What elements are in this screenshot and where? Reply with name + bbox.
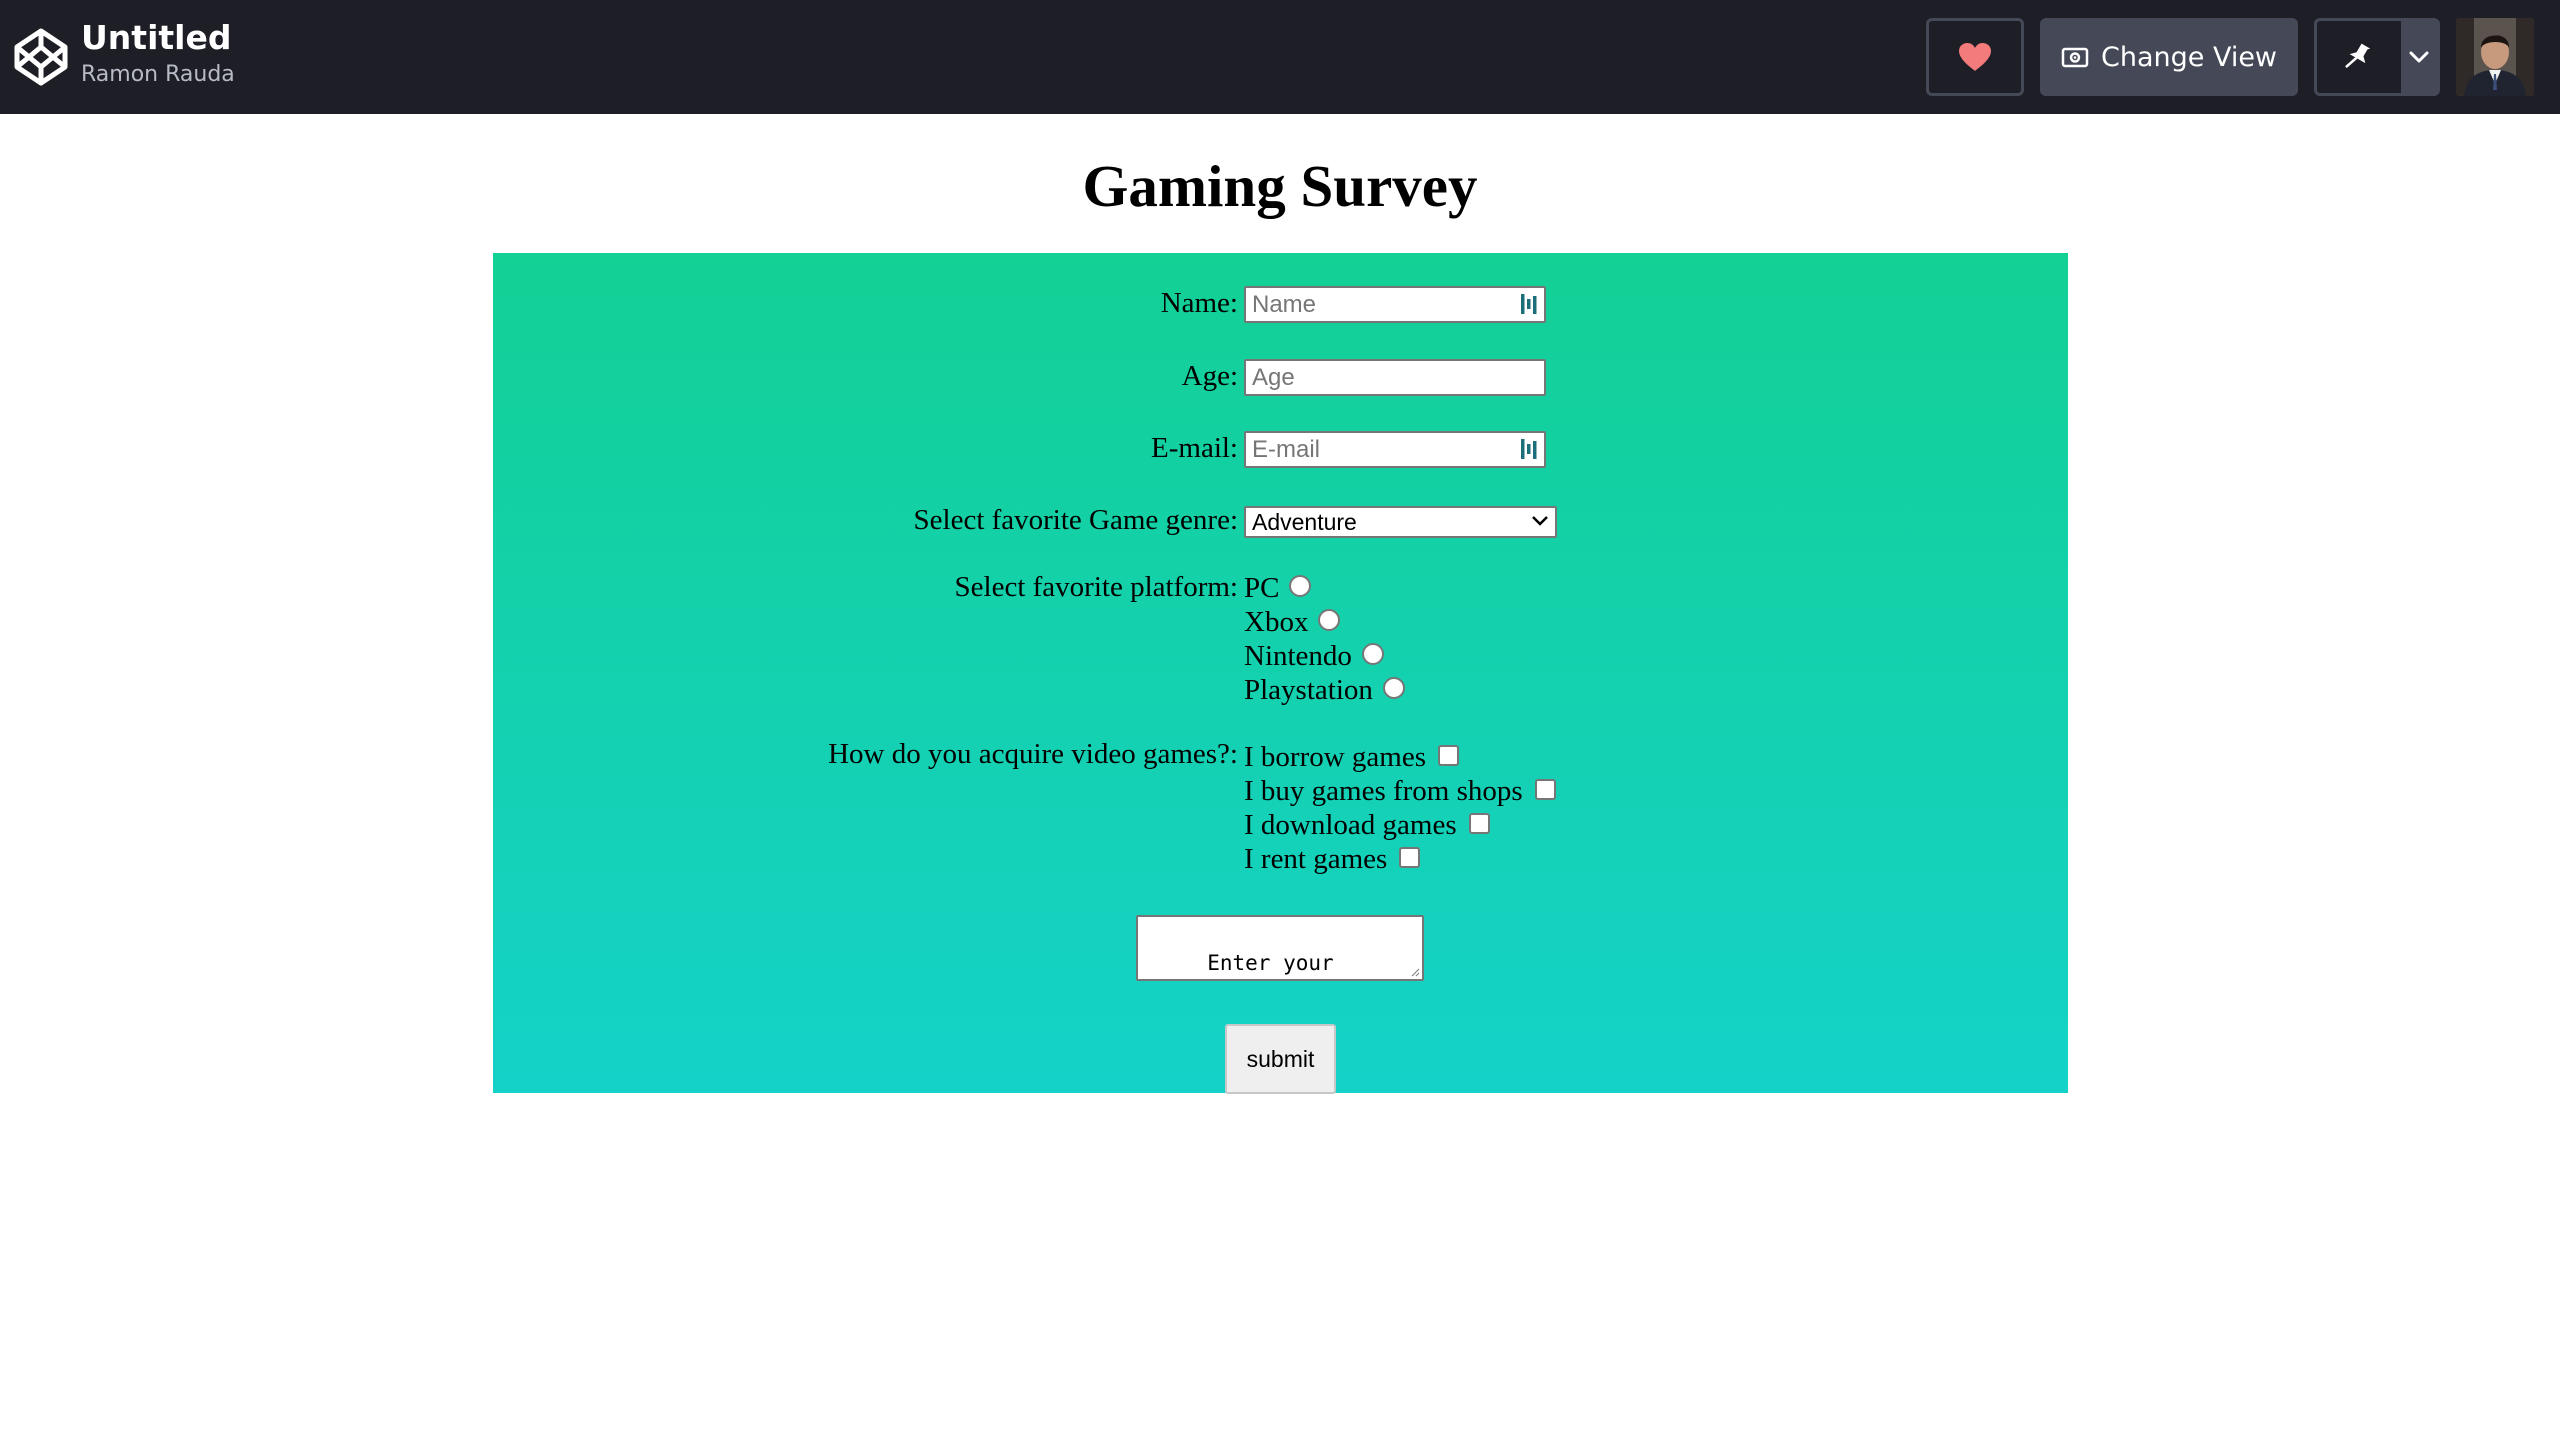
platform-radio-xbox[interactable] <box>1318 609 1341 632</box>
eye-icon <box>2061 47 2089 68</box>
platform-option-label: Nintendo <box>1244 640 1352 672</box>
acquire-option-label: I buy games from shops <box>1244 775 1523 807</box>
pen-title-block: Untitled Ramon Rauda <box>81 16 235 90</box>
user-avatar[interactable] <box>2456 18 2534 96</box>
platform-option-playstation: Playstation <box>1244 673 1405 707</box>
chevron-down-icon <box>2409 51 2429 63</box>
pin-icon <box>2345 43 2371 68</box>
chevron-down-icon <box>1532 516 1548 526</box>
email-label: E-mail: <box>1151 432 1238 464</box>
platform-radio-pc[interactable] <box>1289 575 1312 598</box>
comments-textarea[interactable]: Enter your comments here <box>1136 915 1424 981</box>
email-input[interactable] <box>1244 431 1546 468</box>
acquire-checkbox-buy[interactable] <box>1534 778 1556 800</box>
platform-radio-nintendo[interactable] <box>1361 643 1384 666</box>
survey-form: Name: Age: E-mail: Select favorite Game … <box>493 253 2068 1094</box>
genre-selected-value: Adventure <box>1252 509 1357 535</box>
age-input[interactable] <box>1244 359 1546 396</box>
acquire-option-label: I rent games <box>1244 843 1388 875</box>
submit-button[interactable]: submit <box>1225 1024 1336 1094</box>
genre-label: Select favorite Game genre: <box>913 504 1238 536</box>
acquire-option-label: I download games <box>1244 809 1457 841</box>
platform-option-label: PC <box>1244 572 1280 604</box>
pen-title[interactable]: Untitled <box>81 16 235 60</box>
acquire-option-buy: I buy games from shops <box>1244 774 1556 808</box>
pin-button-group <box>2314 18 2440 96</box>
name-label: Name: <box>1160 287 1238 319</box>
editor-header: Untitled Ramon Rauda Change View <box>0 0 2560 114</box>
acquire-checkbox-rent[interactable] <box>1399 846 1421 868</box>
resize-grip-icon[interactable] <box>1410 967 1420 977</box>
acquire-option-download: I download games <box>1244 808 1490 842</box>
pen-author[interactable]: Ramon Rauda <box>81 60 235 90</box>
acquire-checkbox-borrow[interactable] <box>1438 744 1460 766</box>
genre-select[interactable]: Adventure <box>1244 506 1557 538</box>
autofill-icon[interactable] <box>1519 292 1539 316</box>
name-input[interactable] <box>1244 286 1546 323</box>
page-title: Gaming Survey <box>1082 153 1478 219</box>
acquire-label: How do you acquire video games?: <box>828 738 1238 770</box>
platform-option-label: Xbox <box>1244 606 1309 638</box>
acquire-checkbox-download[interactable] <box>1468 812 1490 834</box>
acquire-option-borrow: I borrow games <box>1244 740 1460 774</box>
pin-button[interactable] <box>2317 21 2401 93</box>
platform-option-nintendo: Nintendo <box>1244 639 1384 673</box>
change-view-button[interactable]: Change View <box>2040 18 2298 96</box>
acquire-option-rent: I rent games <box>1244 842 1421 876</box>
platform-option-label: Playstation <box>1244 674 1373 706</box>
age-label: Age: <box>1181 360 1238 392</box>
comments-text: Enter your comments here <box>1144 951 1334 979</box>
platform-option-xbox: Xbox <box>1244 605 1341 639</box>
autofill-icon[interactable] <box>1519 437 1539 461</box>
codepen-logo-icon[interactable] <box>13 27 69 87</box>
heart-icon <box>1959 43 1991 71</box>
platform-radio-playstation[interactable] <box>1382 677 1405 700</box>
acquire-option-label: I borrow games <box>1244 741 1427 773</box>
platform-option-pc: PC <box>1244 571 1312 605</box>
platform-label: Select favorite platform: <box>954 571 1238 603</box>
love-button[interactable] <box>1926 18 2024 96</box>
pin-menu-button[interactable] <box>2401 21 2437 93</box>
avatar-image <box>2456 18 2534 96</box>
change-view-label: Change View <box>2100 41 2278 73</box>
